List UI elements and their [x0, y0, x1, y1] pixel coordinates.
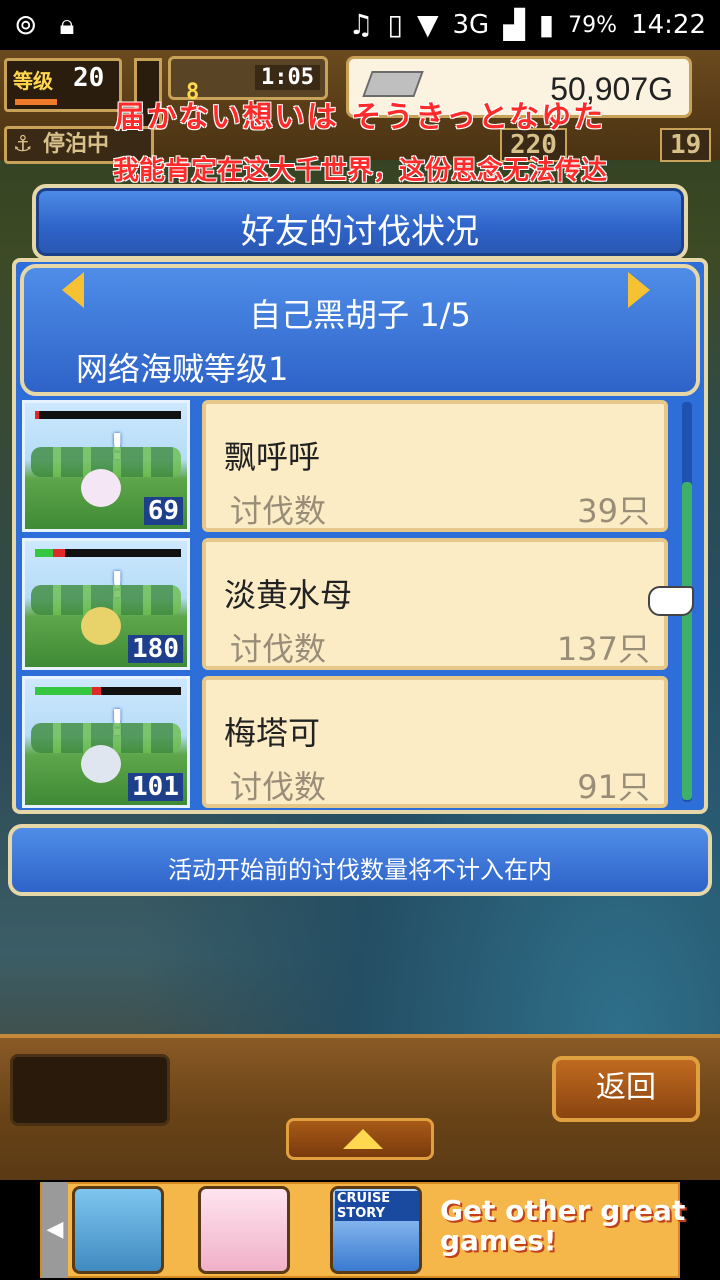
network-type: 3G [452, 10, 490, 40]
hp-bar [35, 411, 181, 419]
monster-row[interactable]: ! 69 飘呼呼 讨伐数 39只 [22, 400, 672, 532]
monster-level: 69 [143, 497, 183, 525]
timer-value: 1:05 [255, 65, 320, 90]
pirate-level: 网络海贼等级1 [76, 350, 289, 388]
lyric-line-1: 届かない想いは そうきっとなゆた [114, 100, 606, 135]
wifi-icon: ▼ [416, 8, 439, 41]
hunt-count-label: 讨伐数 [230, 630, 327, 668]
lock-icon: 🔒︎ [59, 8, 75, 41]
hunt-count-value: 39只 [577, 492, 650, 530]
headphones-icon: ♫ [348, 8, 374, 41]
clock: 14:22 [631, 10, 706, 40]
app-notification-icon: ⊚ [14, 8, 38, 41]
monster-thumbnail: ! 101 [22, 676, 190, 808]
hunt-count-label: 讨伐数 [230, 492, 327, 530]
status-bar: ⊚ 🔒︎ ♫ ▯ ▼ 3G ▟ ▮ 79% 14:22 [0, 0, 720, 50]
monster-sprite [81, 469, 121, 507]
up-arrow-icon [343, 1129, 383, 1149]
ad-game-icon[interactable] [198, 1186, 290, 1274]
dialog-title-banner: 好友的讨伐状况 [32, 184, 688, 260]
hp-fill [35, 549, 53, 557]
monster-card: 梅塔可 讨伐数 91只 [202, 676, 668, 808]
level-label: 等级 [13, 69, 53, 93]
hunt-count-value: 137只 [556, 630, 650, 668]
hp-danger [92, 687, 101, 695]
hp-danger [35, 411, 39, 419]
hp-fill [35, 687, 92, 695]
monster-row[interactable]: ! 101 梅塔可 讨伐数 91只 [22, 676, 672, 808]
monster-thumbnail: ! 180 [22, 538, 190, 670]
monster-name: 飘呼呼 [224, 438, 321, 476]
notice-text: 活动开始前的讨伐数量将不计入在内 [168, 856, 552, 884]
hp-bar [35, 687, 181, 695]
hp-bar [35, 549, 181, 557]
dialog-title: 好友的讨伐状况 [241, 212, 479, 252]
lyric-line-2: 我能肯定在这大千世界，这份思念无法传达 [112, 156, 607, 186]
ad-game-icon[interactable] [72, 1186, 164, 1274]
expand-menu-button[interactable] [286, 1118, 434, 1160]
hunt-count-value: 91只 [577, 768, 650, 806]
monster-thumbnail: ! 69 [22, 400, 190, 532]
empty-slot [10, 1054, 170, 1126]
monster-name: 梅塔可 [224, 714, 321, 752]
monster-level: 101 [128, 773, 183, 801]
signal-icon: ▟ [503, 8, 525, 41]
ad-cta-text[interactable]: Get other great games! [440, 1196, 720, 1256]
level-value: 20 [73, 63, 105, 93]
monster-name: 淡黄水母 [224, 576, 353, 614]
battery-icon: ▮ [538, 8, 555, 41]
monster-card: 淡黄水母 讨伐数 137只 [202, 538, 668, 670]
pointing-hand-icon [648, 586, 694, 616]
ad-game-icon[interactable]: CRUISE STORY [330, 1186, 422, 1274]
monster-level: 180 [128, 635, 183, 663]
monster-sprite [81, 745, 121, 783]
monster-card: 飘呼呼 讨伐数 39只 [202, 400, 668, 532]
monster-sprite [81, 607, 121, 645]
notice-banner: 活动开始前的讨伐数量将不计入在内 [8, 824, 712, 896]
back-button[interactable]: 返回 [552, 1056, 700, 1122]
hp-danger [53, 549, 65, 557]
vibrate-icon: ▯ [387, 8, 403, 41]
ad-prev-arrow-icon[interactable]: ◀ [42, 1182, 68, 1278]
scrollbar-thumb[interactable] [682, 482, 692, 800]
battery-percent: 79% [568, 12, 618, 38]
monster-row[interactable]: ! 180 淡黄水母 讨伐数 137只 [22, 538, 672, 670]
ad-game-title: CRUISE STORY [335, 1191, 419, 1221]
hunt-count-label: 讨伐数 [230, 768, 327, 806]
friend-name: 自己黑胡子 1/5 [249, 296, 471, 334]
